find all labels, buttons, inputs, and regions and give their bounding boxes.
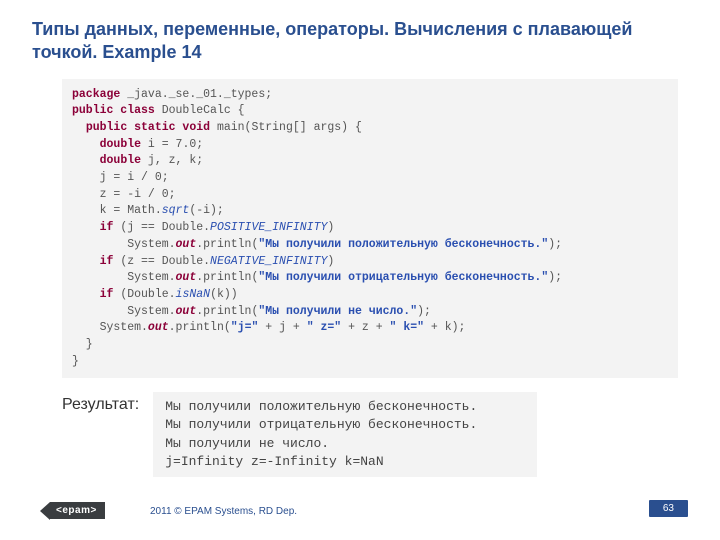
code-text: z = -i / 0; xyxy=(72,188,176,201)
code-text: .println( xyxy=(196,238,258,251)
code-text: DoubleCalc { xyxy=(155,104,245,117)
code-text: main(String[] args) { xyxy=(210,121,362,134)
code-text: ) xyxy=(327,221,334,234)
code-text: _java._se._01._types; xyxy=(120,88,272,101)
code-text xyxy=(72,138,100,151)
code-text: System. xyxy=(72,305,176,318)
code-text xyxy=(72,154,100,167)
code-text: (Double. xyxy=(113,288,175,301)
code-text: ); xyxy=(548,238,562,251)
kw: double xyxy=(100,154,141,167)
code-text: j, z, k; xyxy=(141,154,203,167)
field: out xyxy=(176,305,197,318)
code-text: ); xyxy=(548,271,562,284)
code-text xyxy=(72,121,86,134)
string: " z=" xyxy=(307,321,342,334)
code-text: .println( xyxy=(169,321,231,334)
kw: if xyxy=(100,288,114,301)
string: "Мы получили отрицательную бесконечность… xyxy=(258,271,548,284)
slide-title: Типы данных, переменные, операторы. Вычи… xyxy=(32,18,688,65)
code-text: System. xyxy=(72,321,148,334)
result-label: Результат: xyxy=(62,392,139,414)
code-text: j = i / 0; xyxy=(72,171,169,184)
code-text: .println( xyxy=(196,271,258,284)
code-text: System. xyxy=(72,238,176,251)
code-text: + k); xyxy=(424,321,465,334)
code-block: package _java._se._01._types; public cla… xyxy=(62,79,678,378)
code-text xyxy=(72,255,100,268)
string: " k=" xyxy=(390,321,425,334)
kw: public static void xyxy=(86,121,210,134)
kw: package xyxy=(72,88,120,101)
result-output: Мы получили положительную бесконечность.… xyxy=(153,392,537,477)
epam-logo: <epam> xyxy=(50,502,105,519)
code-text: + z + xyxy=(341,321,389,334)
string: "j=" xyxy=(231,321,259,334)
code-text: k = Math. xyxy=(72,204,162,217)
const: POSITIVE_INFINITY xyxy=(210,221,327,234)
code-text xyxy=(72,221,100,234)
kw: if xyxy=(100,255,114,268)
code-text: i = 7.0; xyxy=(141,138,203,151)
const: NEGATIVE_INFINITY xyxy=(210,255,327,268)
static-call: sqrt xyxy=(162,204,190,217)
kw: double xyxy=(100,138,141,151)
code-text: ) xyxy=(327,255,334,268)
footer: <epam> 2011 © EPAM Systems, RD Dep. 63 xyxy=(0,500,720,524)
copyright: 2011 © EPAM Systems, RD Dep. xyxy=(150,506,297,517)
code-text: } xyxy=(72,338,93,351)
code-text: (-i); xyxy=(189,204,224,217)
code-text: (z == Double. xyxy=(113,255,210,268)
field: out xyxy=(176,238,197,251)
field: out xyxy=(176,271,197,284)
code-text: ); xyxy=(417,305,431,318)
code-text: (j == Double. xyxy=(113,221,210,234)
field: out xyxy=(148,321,169,334)
kw: if xyxy=(100,221,114,234)
code-text: } xyxy=(72,355,79,368)
string: "Мы получили положительную бесконечность… xyxy=(258,238,548,251)
page-number: 63 xyxy=(649,500,688,517)
static-call: isNaN xyxy=(176,288,211,301)
code-text: .println( xyxy=(196,305,258,318)
string: "Мы получили не число." xyxy=(258,305,417,318)
kw: public class xyxy=(72,104,155,117)
code-text: System. xyxy=(72,271,176,284)
code-text: (k)) xyxy=(210,288,238,301)
code-text: + j + xyxy=(258,321,306,334)
code-text xyxy=(72,288,100,301)
